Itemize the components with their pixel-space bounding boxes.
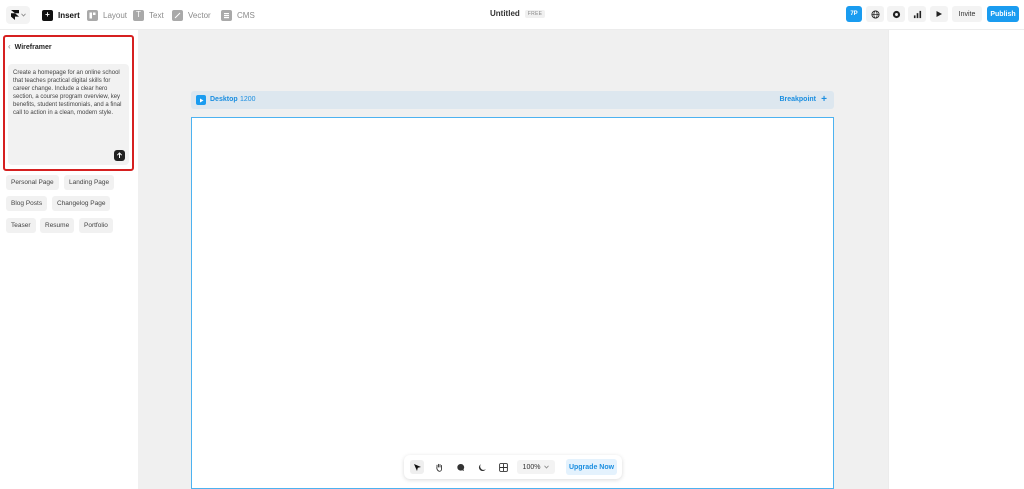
tool-cms[interactable]: CMS bbox=[221, 7, 255, 23]
plan-badge: FREE bbox=[524, 9, 546, 18]
chip-landing-page[interactable]: Landing Page bbox=[64, 175, 115, 190]
chip-changelog-page[interactable]: Changelog Page bbox=[52, 196, 111, 211]
send-button[interactable] bbox=[114, 150, 125, 161]
prompt-input[interactable]: Create a homepage for an online school t… bbox=[8, 64, 129, 165]
document-title: Untitled bbox=[490, 9, 520, 18]
tool-label: Insert bbox=[58, 10, 80, 20]
tool-vector[interactable]: Vector bbox=[172, 7, 211, 23]
plus-icon[interactable]: + bbox=[819, 95, 829, 105]
settings-icon bbox=[892, 10, 900, 18]
site-settings-button[interactable] bbox=[866, 6, 884, 22]
hand-tool[interactable] bbox=[432, 460, 446, 474]
document-title-area[interactable]: Untitled FREE bbox=[490, 9, 546, 18]
dark-mode-toggle[interactable] bbox=[475, 460, 489, 474]
chevron-down-icon bbox=[544, 465, 550, 469]
chip-teaser[interactable]: Teaser bbox=[6, 218, 36, 233]
wireframer-header: ‹ Wireframer bbox=[8, 43, 52, 51]
chip-resume[interactable]: Resume bbox=[40, 218, 75, 233]
prompt-text[interactable]: Create a homepage for an online school t… bbox=[13, 69, 127, 117]
add-breakpoint-label[interactable]: Breakpoint bbox=[779, 96, 816, 103]
canvas[interactable]: Desktop 1200 Breakpoint + bbox=[138, 30, 888, 489]
preview-button[interactable] bbox=[930, 6, 948, 22]
comment-icon bbox=[456, 463, 464, 471]
framer-logo-icon bbox=[10, 10, 19, 20]
play-icon bbox=[936, 11, 942, 17]
grid-icon bbox=[498, 462, 508, 472]
right-panel bbox=[888, 30, 1024, 489]
tool-insert[interactable]: + Insert bbox=[42, 7, 80, 23]
pen-icon bbox=[172, 9, 183, 21]
chip-portfolio[interactable]: Portfolio bbox=[79, 218, 113, 233]
breakpoint-name[interactable]: Desktop bbox=[210, 96, 238, 103]
tool-label: CMS bbox=[237, 10, 255, 20]
upgrade-button[interactable]: Upgrade Now bbox=[566, 459, 617, 475]
user-avatar[interactable]: 7P bbox=[846, 6, 862, 22]
tool-layout[interactable]: Layout bbox=[87, 7, 127, 23]
breakpoint-width: 1200 bbox=[240, 96, 256, 103]
text-icon: T bbox=[133, 9, 144, 21]
comment-tool[interactable] bbox=[453, 460, 467, 474]
dark-mode-icon bbox=[478, 463, 486, 471]
chevron-left-icon[interactable]: ‹ bbox=[8, 43, 11, 51]
wireframer-title: Wireframer bbox=[14, 43, 52, 51]
chevron-down-icon bbox=[20, 13, 26, 17]
analytics-button[interactable] bbox=[908, 6, 926, 22]
desktop-frame[interactable] bbox=[191, 117, 834, 489]
arrow-up-icon bbox=[116, 152, 123, 158]
select-arrow-icon bbox=[413, 463, 421, 471]
grid-toggle[interactable] bbox=[496, 460, 510, 474]
wireframer-panel: ‹ Wireframer Create a homepage for an on… bbox=[3, 35, 134, 171]
tool-label: Text bbox=[149, 10, 164, 20]
play-icon bbox=[199, 98, 203, 102]
plus-icon: + bbox=[42, 9, 53, 21]
framer-logo-menu[interactable] bbox=[6, 6, 30, 24]
tool-label: Layout bbox=[103, 10, 128, 20]
zoom-value: 100% bbox=[522, 463, 541, 471]
tool-label: Vector bbox=[188, 10, 211, 20]
layout-icon bbox=[87, 9, 98, 21]
invite-button[interactable]: Invite bbox=[952, 6, 982, 22]
breakpoint-bar[interactable]: Desktop 1200 Breakpoint + bbox=[191, 91, 834, 109]
bottom-toolbar: 100% Upgrade Now bbox=[404, 455, 622, 479]
select-tool[interactable] bbox=[410, 460, 424, 474]
publish-button[interactable]: Publish bbox=[987, 6, 1019, 22]
top-bar: + Insert Layout T Text Vector CMS Untitl… bbox=[0, 0, 1024, 30]
tool-text[interactable]: T Text bbox=[133, 7, 164, 23]
settings-button[interactable] bbox=[887, 6, 905, 22]
chip-blog-posts[interactable]: Blog Posts bbox=[6, 196, 48, 211]
hand-icon bbox=[435, 463, 442, 472]
zoom-select[interactable]: 100% bbox=[517, 460, 555, 474]
preview-breakpoint-button[interactable] bbox=[196, 95, 206, 105]
globe-icon bbox=[870, 9, 880, 19]
database-icon bbox=[221, 9, 232, 21]
chip-personal-page[interactable]: Personal Page bbox=[6, 175, 59, 190]
analytics-icon bbox=[913, 10, 921, 18]
left-panel: ‹ Wireframer Create a homepage for an on… bbox=[0, 30, 138, 489]
